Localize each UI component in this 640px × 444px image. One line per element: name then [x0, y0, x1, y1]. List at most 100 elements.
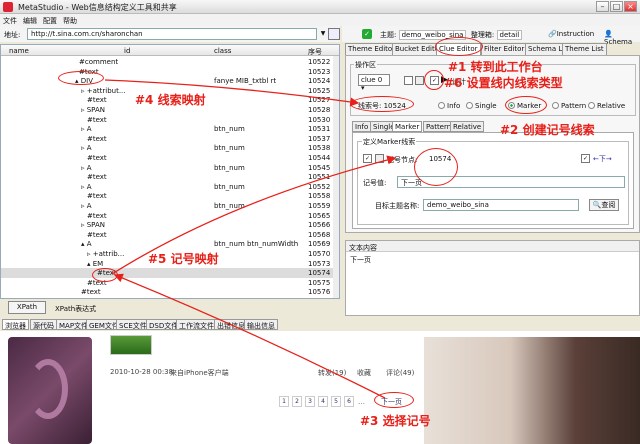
page-link[interactable]: 4 — [318, 396, 328, 407]
tab-theme-list[interactable]: Theme List — [562, 43, 607, 55]
table-row[interactable]: #text 10551 — [1, 172, 339, 182]
menu-bar: 文件 编辑 配置 帮助 — [0, 14, 640, 26]
mode-radio-relative[interactable]: Relative — [588, 102, 625, 110]
col-id[interactable]: id — [124, 47, 130, 55]
bottom-tab[interactable]: SCE文件 — [116, 319, 150, 330]
table-row[interactable]: ▹ A btn_num 10545 — [1, 163, 339, 173]
tree-header: name id class 序号 — [1, 45, 339, 56]
tree-node-name: #text — [87, 134, 107, 143]
post-source[interactable]: 来自iPhone客户端 — [170, 368, 229, 378]
page-link[interactable]: 5 — [331, 396, 341, 407]
bottom-tab[interactable]: 浏览器 — [2, 319, 29, 330]
table-row[interactable]: #text 10537 — [1, 134, 339, 144]
clue-select[interactable]: clue 0 ▾ — [358, 74, 390, 92]
table-row[interactable]: #comment 10522 — [1, 57, 339, 67]
table-row[interactable]: ▴ A btn_num btn_numWidth 10569 — [1, 239, 339, 249]
page-link[interactable]: 3 — [305, 396, 315, 407]
mode-radio-pattern[interactable]: Pattern — [552, 102, 586, 110]
table-row[interactable]: #text 10575 — [1, 278, 339, 288]
marker-checkbox[interactable]: ✓ — [363, 154, 372, 163]
menu-item[interactable]: 配置 — [40, 14, 60, 26]
table-row[interactable]: #text 10523 — [1, 67, 339, 77]
tree-node-seq: 10551 — [308, 173, 331, 182]
table-row[interactable]: #text 10565 — [1, 211, 339, 221]
direction-checkbox[interactable]: ✓ — [581, 154, 590, 163]
marker-edit-icon[interactable] — [375, 154, 384, 163]
mode-radio-info[interactable]: Info — [438, 102, 460, 110]
table-row[interactable]: #text 10544 — [1, 153, 339, 163]
menu-item[interactable]: 文件 — [0, 14, 20, 26]
tree-node-seq: 10538 — [308, 144, 331, 153]
tree-scrollbar[interactable] — [333, 56, 339, 298]
subtab-info[interactable]: Info — [352, 121, 372, 132]
splitter[interactable] — [345, 233, 640, 239]
ring-next-page — [374, 392, 414, 408]
go-icon[interactable] — [328, 28, 340, 40]
radio-dot — [438, 102, 445, 109]
tree-node-seq: 10525 — [308, 86, 331, 95]
menu-item[interactable]: 编辑 — [20, 14, 40, 26]
tree-node-name: #text — [87, 96, 107, 105]
find-button[interactable]: 🔍查阅 — [589, 199, 619, 211]
tree-node-class: btn_num — [214, 125, 245, 134]
bottom-tab[interactable]: 工作流文件 — [176, 319, 217, 330]
page-link[interactable]: 2 — [292, 396, 302, 407]
tab-theme-editor[interactable]: Theme Editor — [345, 43, 399, 55]
subtab-marker[interactable]: Marker — [392, 121, 423, 132]
page-link[interactable]: 6 — [344, 396, 354, 407]
xpath-button[interactable]: XPath — [8, 301, 46, 314]
col-class[interactable]: class — [214, 47, 231, 55]
page-link[interactable]: 1 — [279, 396, 289, 407]
app-window: MetaStudio - Web信息结构定义工具和共享 – □ × 文件 编辑 配置… — [0, 0, 640, 444]
chevron-down-icon[interactable]: ▼ — [318, 28, 328, 40]
table-row[interactable]: ▴ DIV fanye MIB_txtbl rt 10524 — [1, 76, 339, 86]
maximize-button[interactable]: □ — [610, 1, 623, 12]
table-row[interactable]: #text 10558 — [1, 191, 339, 201]
new-clue-icon[interactable] — [404, 76, 413, 85]
avatar[interactable] — [110, 335, 152, 355]
comment-link[interactable]: 评论(49) — [386, 368, 414, 378]
tab-filter-editor[interactable]: Filter Editor — [481, 43, 528, 55]
table-row[interactable]: ▹ A btn_num 10559 — [1, 201, 339, 211]
subtab-relative[interactable]: Relative — [450, 121, 485, 132]
fav-link[interactable]: 收藏 — [357, 368, 371, 378]
direction-arrow-icon[interactable]: ←下→ — [593, 154, 612, 164]
col-seq[interactable]: 序号 — [308, 47, 322, 57]
target-input[interactable]: demo_weibo_sina — [423, 199, 579, 211]
table-row[interactable]: #text 10576 — [1, 287, 339, 297]
table-row[interactable]: ▹ A btn_num 10538 — [1, 143, 339, 153]
mode-radio-single[interactable]: Single — [466, 102, 497, 110]
table-row[interactable]: ▹ SPAN 10566 — [1, 220, 339, 230]
table-row[interactable]: ▹ A btn_num 10531 — [1, 124, 339, 134]
tree-node-seq: 10523 — [308, 67, 331, 76]
menu-item[interactable]: 帮助 — [60, 14, 80, 26]
close-button[interactable]: × — [624, 1, 637, 12]
bottom-tab[interactable]: 出错信息 — [214, 319, 248, 330]
profile-photo — [424, 337, 640, 444]
tree-node-name: #text — [81, 288, 101, 297]
tree-node-name: #text — [87, 115, 107, 124]
ring-clue-no — [350, 96, 414, 112]
address-input[interactable]: http://t.sina.com.cn/sharonchan — [27, 28, 317, 40]
instruction-link[interactable]: 🔗Instruction — [548, 30, 594, 38]
table-row[interactable]: #text 10574 — [1, 268, 339, 279]
col-name[interactable]: name — [9, 47, 29, 55]
bottom-tab[interactable]: 输出信息 — [244, 319, 278, 330]
minimize-button[interactable]: – — [596, 1, 609, 12]
tree-node-seq: 10565 — [308, 211, 331, 220]
bottom-tab[interactable]: 源代码 — [30, 319, 57, 330]
table-row[interactable]: ▹ A btn_num 10552 — [1, 182, 339, 192]
theme-label: 主题: — [380, 31, 397, 39]
delete-clue-icon[interactable] — [415, 76, 424, 85]
target-label: 目标主题名称: — [375, 202, 420, 210]
tree-node-name: ▴ EM — [87, 259, 104, 268]
find-button-label: 查阅 — [601, 201, 616, 209]
tree-node-name: ▹ +attrib... — [87, 250, 125, 258]
check-icon[interactable]: ✓ — [362, 29, 372, 39]
tree-node-seq: 10569 — [308, 240, 331, 249]
text-pane: 文本内容 下一页 — [345, 240, 640, 316]
repost-link[interactable]: 转发(19) — [318, 368, 346, 378]
tree-node-seq: 10530 — [308, 115, 331, 124]
table-row[interactable]: #text 10568 — [1, 230, 339, 240]
table-row[interactable]: #text 10530 — [1, 115, 339, 125]
